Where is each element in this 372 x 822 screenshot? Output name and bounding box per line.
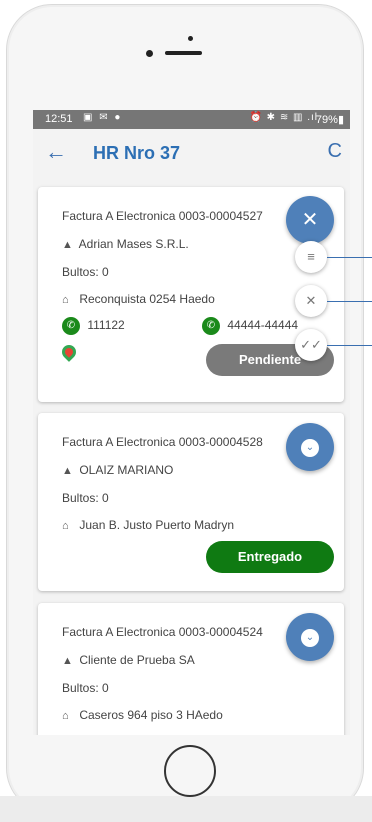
phone-number-2: 44444-44444 (227, 318, 299, 333)
client-name: Adrian Mases S.R.L. (78, 237, 189, 251)
address-row: ⌂ Juan B. Justo Puerto Madryn (62, 518, 234, 532)
address-text: Caseros 964 piso 3 HAedo (79, 708, 223, 722)
annotation-line (327, 301, 372, 302)
expand-card-fab[interactable]: ⌄ (286, 423, 334, 471)
person-icon: ▲ (62, 465, 73, 477)
battery-indicator: 79%▮ (315, 114, 344, 126)
chevron-down-icon: ⌄ (301, 628, 319, 647)
annotation-line (327, 345, 372, 346)
bultos-label: Bultos: 0 (62, 265, 109, 279)
chevron-down-icon: ⌄ (301, 438, 319, 457)
phone-number-1: 111122 (87, 318, 125, 333)
client-name: OLAIZ MARIANO (79, 463, 174, 477)
client-row: ▲ OLAIZ MARIANO (62, 463, 173, 477)
invoice-label: Factura A Electronica 0003-00004524 (62, 625, 263, 639)
address-text: Reconquista 0254 Haedo (79, 292, 215, 306)
front-sensor (188, 36, 193, 41)
status-bar: 12:51 ▣ ✉ ● ⏰ ✱ ≋ ▥ .ıl 79%▮ (33, 110, 350, 129)
system-icons: ⏰ ✱ ≋ ▥ .ıl (249, 112, 318, 123)
client-name: Cliente de Prueba SA (79, 653, 195, 667)
client-row: ▲ Cliente de Prueba SA (62, 653, 195, 667)
annotation-line (327, 257, 372, 258)
expand-card-fab[interactable]: ⌄ (286, 613, 334, 661)
address-row: ⌂ Reconquista 0254 Haedo (62, 292, 215, 306)
address-text: Juan B. Justo Puerto Madryn (79, 518, 235, 532)
list-icon[interactable]: ≡ (295, 241, 327, 273)
front-camera (146, 50, 153, 57)
app-screen: 12:51 ▣ ✉ ● ⏰ ✱ ≋ ▥ .ıl 79%▮ ← HR Nro 37… (33, 110, 350, 735)
invoice-label: Factura A Electronica 0003-00004527 (62, 209, 263, 223)
refresh-icon[interactable]: C (328, 140, 342, 163)
app-bar: ← HR Nro 37 C (33, 129, 350, 176)
earpiece-speaker (165, 51, 202, 55)
invoice-label: Factura A Electronica 0003-00004528 (62, 435, 263, 449)
home-icon: ⌂ (62, 294, 69, 306)
status-delivered-button[interactable]: Entregado (206, 541, 334, 573)
person-icon: ▲ (62, 655, 73, 667)
address-row: ⌂ Caseros 964 piso 3 HAedo (62, 708, 223, 722)
page-title: HR Nro 37 (93, 143, 181, 163)
person-icon: ▲ (62, 239, 73, 251)
home-button[interactable] (164, 745, 216, 797)
phone-row-1[interactable]: ✆ 111122 (62, 317, 125, 335)
background-strip (0, 796, 372, 822)
notification-icons: ▣ ✉ ● (83, 112, 123, 123)
home-icon: ⌂ (62, 710, 69, 722)
phone-row-2[interactable]: ✆ 44444-44444 (202, 317, 298, 335)
done-all-icon[interactable]: ✓✓ (295, 329, 327, 361)
home-icon: ⌂ (62, 520, 69, 532)
phone-icon: ✆ (202, 317, 220, 335)
bultos-label: Bultos: 0 (62, 491, 109, 505)
cancel-icon[interactable]: ✕ (295, 285, 327, 317)
client-row: ▲ Adrian Mases S.R.L. (62, 237, 189, 251)
status-time: 12:51 (45, 113, 73, 125)
close-actions-fab[interactable]: ✕ (286, 196, 334, 244)
phone-icon: ✆ (62, 317, 80, 335)
back-arrow-icon[interactable]: ← (45, 139, 67, 165)
google-maps-icon[interactable] (59, 342, 79, 364)
bultos-label: Bultos: 0 (62, 681, 109, 695)
